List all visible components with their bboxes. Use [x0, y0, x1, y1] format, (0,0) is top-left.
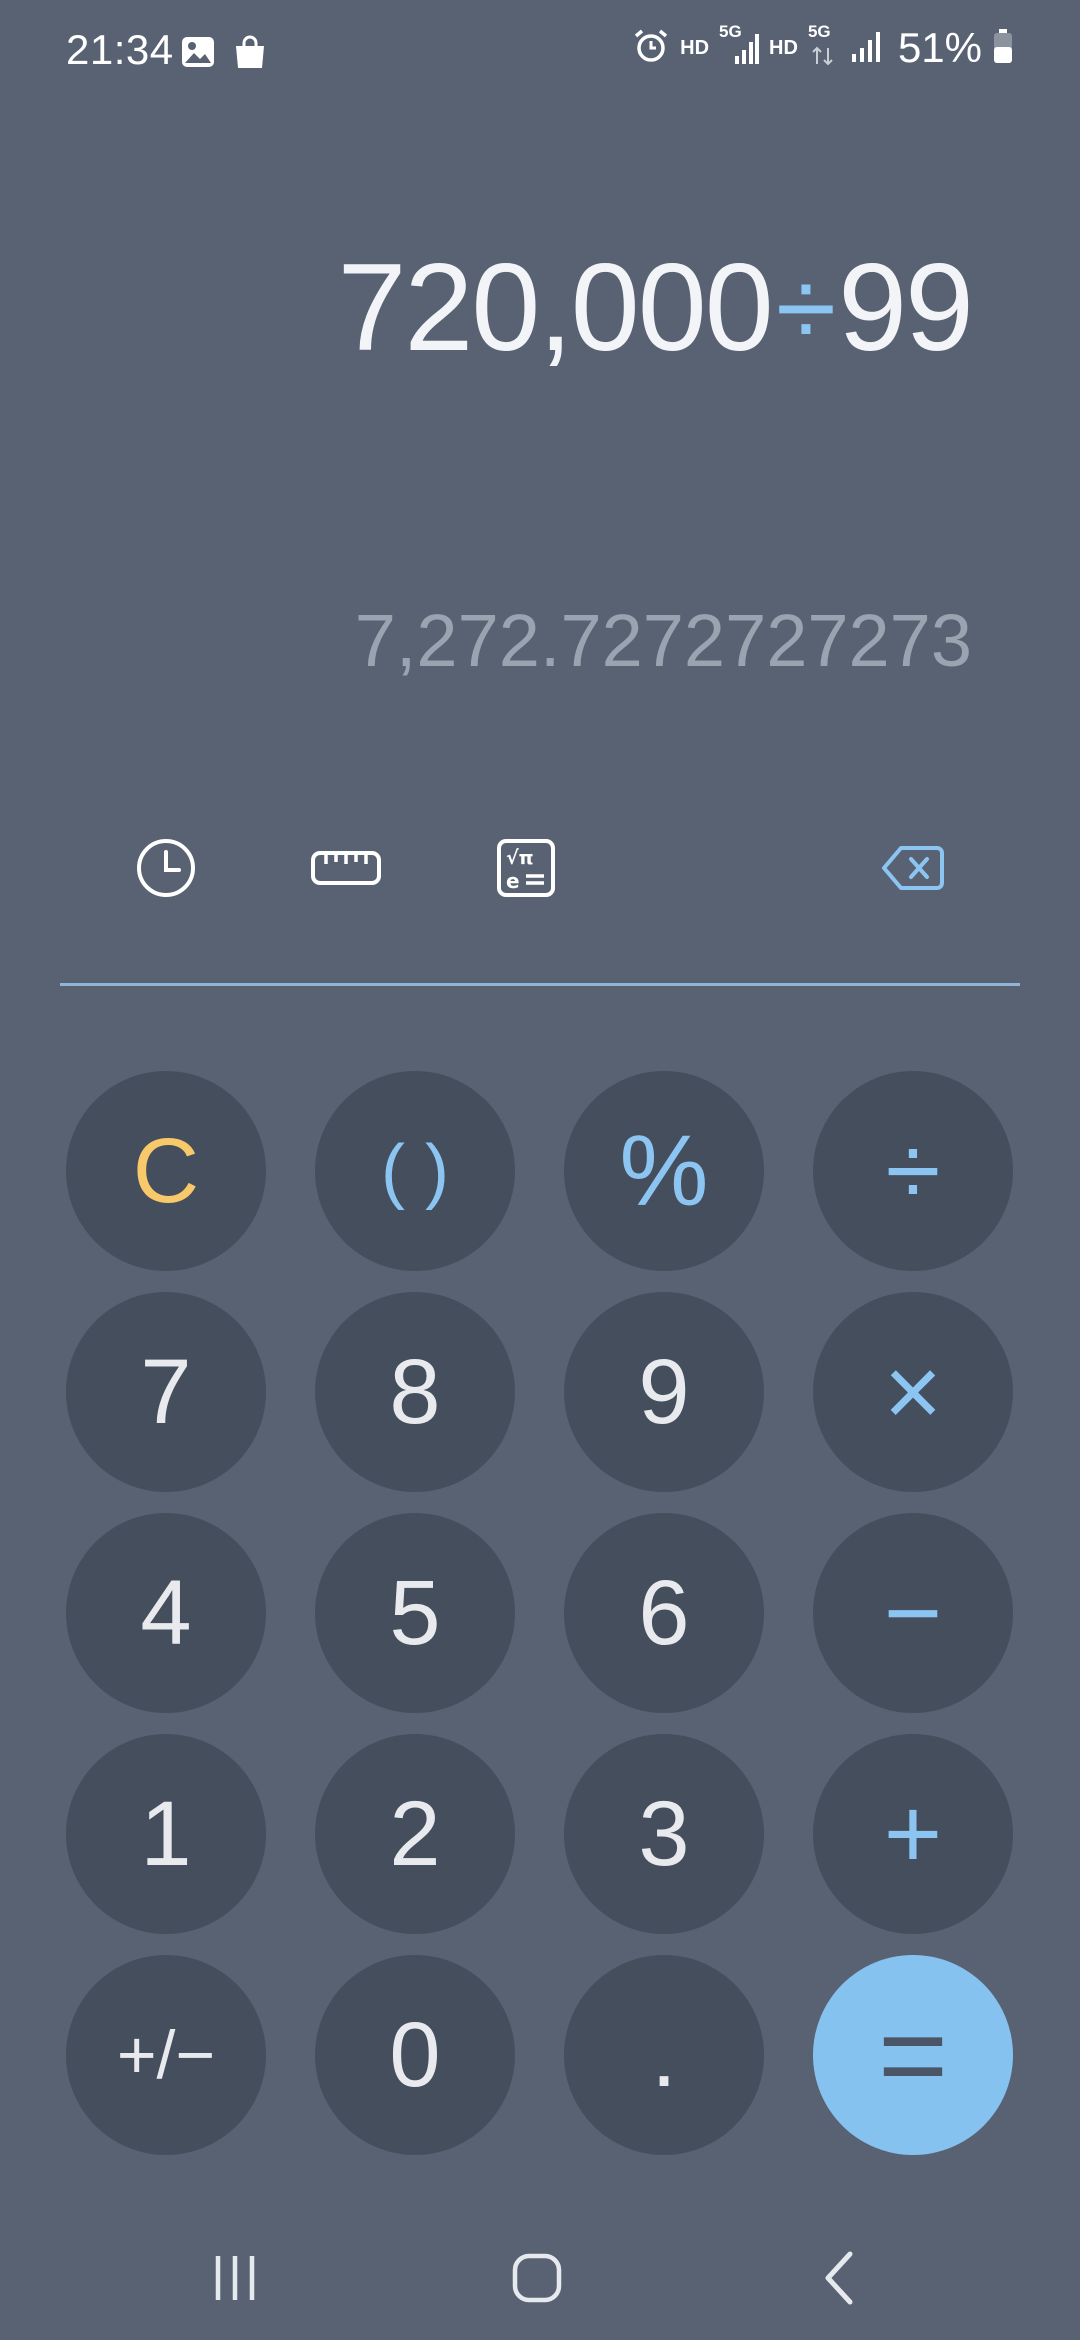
digit-2-button[interactable]: 2	[315, 1734, 515, 1934]
scientific-calculator-icon: √π e	[496, 838, 556, 903]
clock-icon	[135, 837, 197, 904]
digit-7-button[interactable]: 7	[66, 1292, 266, 1492]
digit-5-button[interactable]: 5	[315, 1513, 515, 1713]
data-arrows-icon: 5G	[808, 22, 838, 68]
ruler-icon	[310, 848, 382, 893]
unit-converter-button[interactable]	[291, 820, 401, 920]
history-button[interactable]	[111, 820, 221, 920]
multiply-button[interactable]: ×	[813, 1292, 1013, 1492]
clear-button[interactable]: C	[66, 1071, 266, 1271]
expression-operand-1: 720,000	[337, 239, 773, 377]
digit-6-button[interactable]: 6	[564, 1513, 764, 1713]
digit-8-button[interactable]: 8	[315, 1292, 515, 1492]
backspace-button[interactable]	[858, 820, 968, 920]
navigation-bar	[0, 2220, 1080, 2340]
hd-voice-label-1: HD	[680, 36, 710, 59]
status-right-icons: HD 5G HD 5G 51%	[632, 22, 1014, 72]
home-button[interactable]	[477, 2230, 597, 2330]
equals-button[interactable]: =	[813, 1955, 1013, 2155]
expression-display[interactable]: 720,000 ÷ 99	[337, 238, 974, 378]
result-preview: 7,272.7272727273	[354, 599, 972, 682]
recent-apps-button[interactable]	[175, 2230, 295, 2330]
percent-button[interactable]: %	[564, 1071, 764, 1271]
display-divider	[60, 983, 1020, 986]
signal-icon-1: 5G	[719, 22, 760, 68]
home-icon	[511, 2252, 563, 2309]
calculator-screen: 21:34 HD 5G HD 5G 51% 720,000 ÷ 99 7,272…	[0, 0, 1080, 2340]
digit-4-button[interactable]: 4	[66, 1513, 266, 1713]
status-bar: 21:34 HD 5G HD 5G 51%	[0, 0, 1080, 110]
back-button[interactable]	[780, 2230, 900, 2330]
battery-percentage: 51%	[897, 24, 982, 71]
battery-icon	[992, 27, 1014, 70]
keypad: C ( ) % ÷ 7 8 9 × 4 5 6 − 1 2 3 + +/− 0 …	[66, 1071, 1014, 2155]
signal-icon-2	[848, 26, 884, 71]
parentheses-button[interactable]: ( )	[315, 1071, 515, 1271]
scientific-mode-button[interactable]: √π e	[471, 820, 581, 920]
expression-operand-2: 99	[838, 239, 974, 377]
digit-1-button[interactable]: 1	[66, 1734, 266, 1934]
back-icon	[820, 2250, 860, 2311]
backspace-icon	[881, 844, 945, 897]
recent-apps-icon	[210, 2253, 260, 2308]
alarm-icon	[632, 27, 670, 70]
plus-minus-button[interactable]: +/−	[66, 1955, 266, 2155]
add-button[interactable]: +	[813, 1734, 1013, 1934]
digit-9-button[interactable]: 9	[564, 1292, 764, 1492]
expression-operator: ÷	[775, 246, 836, 370]
subtract-button[interactable]: −	[813, 1513, 1013, 1713]
decimal-point-button[interactable]: .	[564, 1955, 764, 2155]
svg-text:e: e	[506, 869, 520, 893]
divide-button[interactable]: ÷	[813, 1071, 1013, 1271]
shopping-bag-icon	[232, 34, 268, 75]
gallery-icon	[180, 34, 216, 75]
status-time: 21:34	[66, 26, 174, 73]
toolbar: √π e	[0, 820, 1080, 930]
notification-icons	[180, 34, 268, 75]
digit-0-button[interactable]: 0	[315, 1955, 515, 2155]
digit-3-button[interactable]: 3	[564, 1734, 764, 1934]
svg-text:√π: √π	[506, 847, 534, 869]
hd-voice-label-2: HD	[769, 36, 798, 59]
